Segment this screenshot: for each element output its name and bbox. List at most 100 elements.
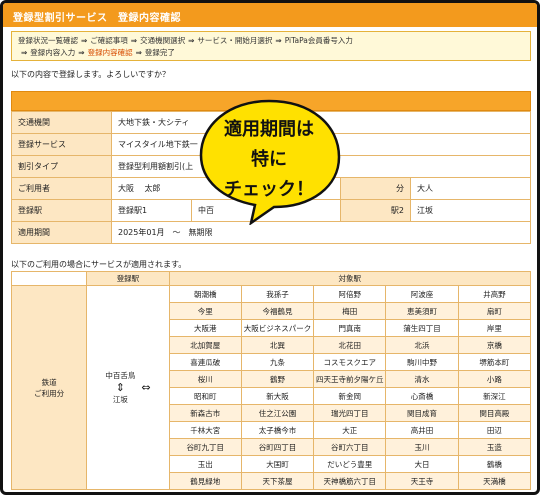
page-title: 登録型割引サービス 登録内容確認 [3,3,537,27]
target-station: 新深江 [457,387,532,405]
registered-to-station: 江坂 [112,394,128,404]
target-station: 岸里 [457,319,532,337]
target-station: 清水 [385,370,459,388]
target-station: 新金岡 [313,387,387,405]
step-7-current: 登録内容確認 [87,48,133,57]
target-station: 谷町四丁目 [240,438,315,456]
target-station: 喜連瓜破 [168,353,242,371]
target-station: 今里 [168,302,242,320]
callout-bubble: 適用期間は 特に チェック！ [199,95,349,225]
user-type-value: 大人 [410,177,531,200]
applicable-note: 以下のご利用の場合にサービスが適用されます。 [11,260,187,269]
step-breadcrumb: 登録状況一覧確認 ⇒ ご確認事項 ⇒ 交通機関選択 ⇒ サービス・開始月選択 ⇒ PiTaPa会… [11,31,531,61]
target-station: 井高野 [457,285,532,303]
target-station: 鶴見緑地 [168,472,242,490]
target-station: 小路 [457,370,532,388]
header-target-station: 対象駅 [168,271,532,286]
target-station: 九条 [240,353,315,371]
target-station: 千林大宮 [168,421,242,439]
target-station: 北花田 [313,336,387,354]
target-station: 谷町九丁目 [168,438,242,456]
target-station: 北巽 [240,336,315,354]
station2-value: 江坂 [410,199,531,222]
target-station: 北浜 [385,336,459,354]
period-label: 適用期間 [11,221,112,244]
station-table-header: 登録駅 対象駅 [10,271,532,286]
callout-text: 適用期間は 特に チェック！ [199,115,339,205]
target-station: 鶴橋 [457,455,532,473]
station1-label: 登録駅1 [111,199,192,222]
discount-label: 割引タイプ [11,155,112,178]
target-station: 玉川 [385,438,459,456]
service-label: 登録サービス [11,133,112,156]
target-station: 昭和町 [168,387,242,405]
swap-arrow-icon: ⇕ [115,380,125,394]
bidirectional-arrow-icon: ⇔ [141,381,151,394]
target-station: 梅田 [313,302,387,320]
step-3: 交通機関選択 [140,36,186,45]
registered-from-station: 中百舌鳥 [105,370,136,380]
target-station: 天王寺 [385,472,459,490]
step-arrow: ⇒ [78,48,85,57]
side-label-2: ご利用分 [34,388,65,398]
step-5: PiTaPa会員番号入力 [284,36,353,45]
user-label: ご利用者 [11,177,112,200]
registered-stations: 中百舌鳥 ⇕ 江坂 [105,370,135,406]
target-station: 鶴野 [240,370,315,388]
registered-stations-cell: 中百舌鳥 ⇕ 江坂 ⇔ [86,285,170,490]
callout-line-3: チェック！ [224,179,314,200]
target-station: 新大阪 [240,387,315,405]
target-station: 新森古市 [168,404,242,422]
station2-label: 駅2 [340,199,411,222]
target-station: 大正 [313,421,387,439]
target-station: 大阪ビジネスパーク [240,319,315,337]
target-station: コスモスクエア [313,353,387,371]
target-station: 堺筋本町 [457,353,532,371]
step-2: ご確認事項 [90,36,128,45]
step-8: 登録完了 [144,48,175,57]
target-station: 今福鶴見 [240,302,315,320]
step-arrow: ⇒ [135,48,142,57]
target-station: 玉造 [457,438,532,456]
target-station: 扇町 [457,302,532,320]
station-label: 登録駅 [11,199,112,222]
step-arrow: ⇒ [275,36,282,45]
transport-label: 交通機関 [11,111,112,134]
target-station: 住之江公園 [240,404,315,422]
target-station: 京橋 [457,336,532,354]
intro-text: 以下の内容で登録します。よろしいですか？ [11,70,170,79]
target-station: 蒲生四丁目 [385,319,459,337]
target-station: だいどう豊里 [313,455,387,473]
target-station: 阿倍野 [313,285,387,303]
callout-line-2: 特に [251,149,287,170]
step-arrow: ⇒ [81,36,88,45]
target-station: 阿波座 [385,285,459,303]
header-registered-station: 登録駅 [86,271,170,286]
target-station: 谷町六丁目 [313,438,387,456]
step-6: 登録内容入力 [30,48,76,57]
user-area: 大阪 [118,184,134,193]
target-station: 大国町 [240,455,315,473]
station-row: 鉄道 ご利用分 中百舌鳥 ⇕ 江坂 ⇔ 朝潮橋 我孫子 阿倍野 阿波座 井高野 [10,285,532,490]
target-station: 瑞光四丁目 [313,404,387,422]
user-name: 太郎 [144,184,161,193]
target-station: 関目高殿 [457,404,532,422]
target-station: 北加賀屋 [168,336,242,354]
target-station: 我孫子 [240,285,315,303]
target-station: 四天王寺前夕陽ケ丘 [313,370,387,388]
step-arrow: ⇒ [130,36,138,45]
target-station: 玉出 [168,455,242,473]
target-station: 天下茶屋 [240,472,315,490]
target-station: 門真南 [313,319,387,337]
header-blank [10,271,88,286]
station-table: 登録駅 対象駅 鉄道 ご利用分 中百舌鳥 ⇕ 江坂 ⇔ 朝潮橋 我孫子 阿倍野 阿波座 井高野 今里今… [10,271,532,490]
step-arrow: ⇒ [21,48,28,57]
target-station: 朝潮橋 [168,285,242,303]
step-4: サービス・開始月選択 [197,36,273,45]
target-station: 桜川 [168,370,242,388]
station-rows: 鉄道 ご利用分 中百舌鳥 ⇕ 江坂 ⇔ 朝潮橋 我孫子 阿倍野 阿波座 井高野 今里 今福鶴見 梅田 恵美須… [10,285,532,490]
target-station: 恵美須町 [385,302,459,320]
side-label-cell: 鉄道 ご利用分 [10,285,88,490]
callout-line-1: 適用期間は [224,119,314,140]
target-station: 心斎橋 [385,387,459,405]
